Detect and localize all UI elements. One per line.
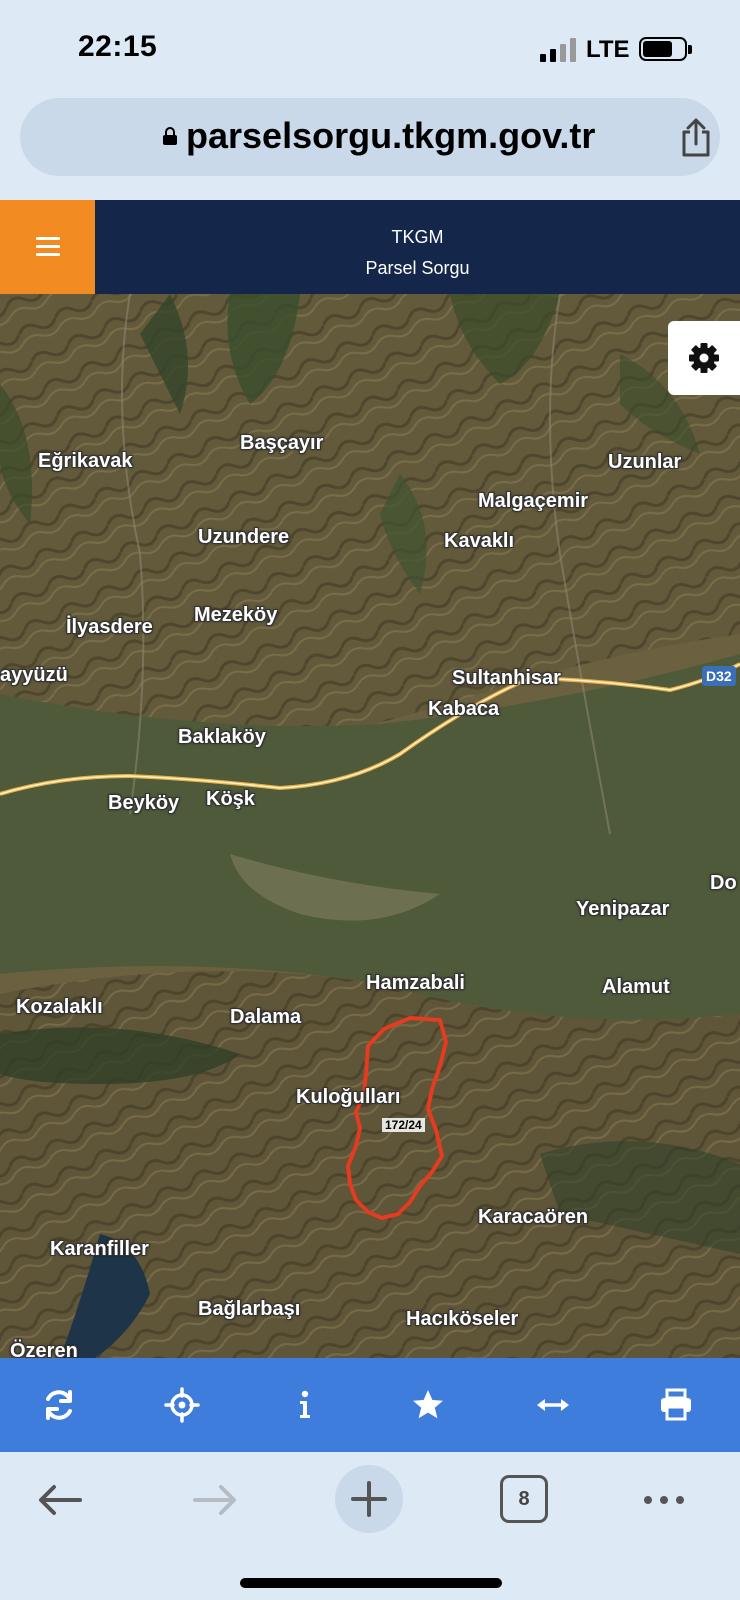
place-label: Hacıköseler (406, 1308, 519, 1330)
battery-icon (639, 37, 692, 61)
print-button[interactable] (654, 1383, 698, 1427)
measure-button[interactable] (531, 1383, 575, 1427)
place-label: Kabaca (428, 698, 500, 720)
home-indicator (240, 1578, 502, 1588)
signal-icon (540, 38, 576, 62)
place-label: Baklaköy (178, 726, 266, 748)
status-bar: 22:15 LTE (0, 0, 740, 90)
place-label: Sultanhisar (452, 667, 561, 689)
menu-button[interactable] (0, 200, 95, 294)
place-label: Dalama (230, 1006, 302, 1028)
new-tab-button[interactable] (335, 1465, 403, 1533)
place-label: Başçayır (240, 432, 324, 454)
refresh-button[interactable] (37, 1383, 81, 1427)
locate-button[interactable] (160, 1383, 204, 1427)
info-button[interactable] (283, 1383, 327, 1427)
gear-icon (689, 343, 719, 373)
refresh-icon (46, 1390, 72, 1420)
arrow-left-icon (39, 1485, 82, 1515)
satellite-map[interactable]: Başçayır Eğrikavak Uzunlar Malgaçemir Uz… (0, 294, 740, 1358)
place-label: ayyüzü (0, 664, 68, 686)
place-label: Malgaçemir (478, 490, 589, 512)
more-icon (644, 1496, 684, 1504)
place-label: Karanfiller (50, 1238, 149, 1260)
place-label: Kozalaklı (16, 996, 103, 1018)
more-button[interactable] (636, 1476, 696, 1524)
place-label: Karacaören (478, 1206, 589, 1228)
browser-toolbar: 8 (0, 1452, 740, 1600)
info-icon (300, 1390, 310, 1418)
arrow-right-icon (193, 1485, 236, 1515)
app-header: TKGM Parsel Sorgu (0, 200, 740, 294)
place-label: Hamzabali (366, 972, 465, 994)
app-title: TKGM (391, 227, 444, 247)
parcel-label[interactable]: 172/24 (382, 1118, 425, 1132)
star-icon (413, 1390, 443, 1419)
settings-button[interactable] (668, 321, 740, 395)
place-label: Köşk (206, 788, 255, 810)
share-icon[interactable] (678, 118, 714, 158)
favorite-button[interactable] (406, 1383, 450, 1427)
place-label: Özeren (10, 1340, 78, 1358)
place-label: Uzundere (198, 526, 290, 548)
address-bar[interactable]: parselsorgu.tkgm.gov.tr (20, 98, 720, 176)
back-button[interactable] (30, 1476, 90, 1524)
place-label: Bağlarbaşı (198, 1298, 301, 1320)
place-label: Uzunlar (608, 451, 682, 473)
status-time: 22:15 (78, 30, 158, 63)
forward-button[interactable] (185, 1476, 245, 1524)
road-badge: D32 (702, 666, 736, 686)
place-label: Alamut (602, 976, 670, 998)
place-label: Eğrikavak (38, 450, 133, 472)
print-icon (661, 1388, 691, 1421)
app-subtitle: Parsel Sorgu (365, 258, 470, 278)
place-label: Kavaklı (444, 530, 515, 552)
place-label: Kuloğulları (296, 1086, 401, 1108)
place-label: Beyköy (108, 792, 180, 814)
app-toolbar (0, 1358, 740, 1452)
tabs-button[interactable]: 8 (500, 1475, 548, 1523)
locate-icon (164, 1387, 200, 1423)
place-label: Yenipazar (576, 898, 670, 920)
place-label: Mezeköy (194, 604, 278, 626)
place-label: İlyasdere (66, 616, 153, 638)
plus-icon (351, 1481, 387, 1517)
lock-icon (163, 127, 177, 145)
network-label: LTE (586, 36, 630, 63)
url-text[interactable]: parselsorgu.tkgm.gov.tr (186, 115, 595, 157)
place-label: Do (710, 872, 737, 894)
measure-icon (537, 1399, 569, 1411)
